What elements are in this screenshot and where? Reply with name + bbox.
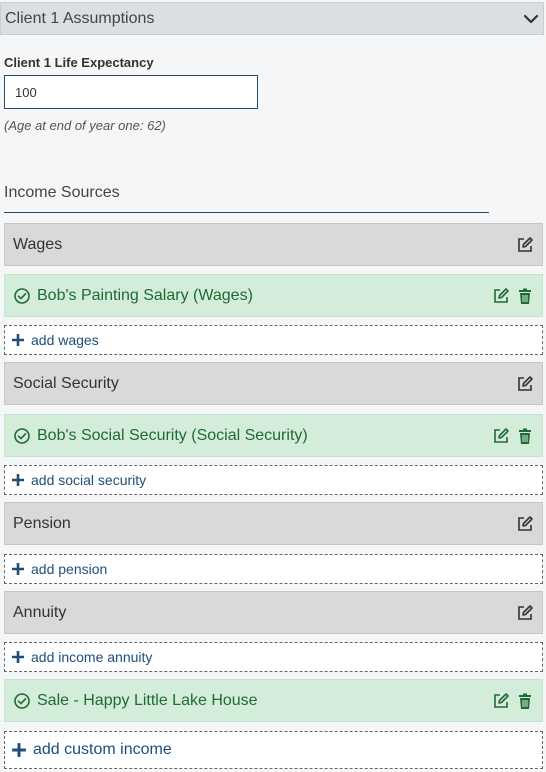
add-social-security-button[interactable]: add social security (4, 465, 543, 495)
edit-icon[interactable] (492, 287, 510, 305)
add-custom-income-button[interactable]: add custom income (4, 731, 543, 769)
add-income-annuity-label: add income annuity (31, 649, 153, 665)
plus-icon (12, 651, 24, 663)
category-social-security: Social Security (4, 362, 543, 405)
trash-icon[interactable] (516, 287, 534, 305)
income-item[interactable]: Bob's Social Security (Social Security) (4, 414, 543, 457)
category-label: Annuity (13, 603, 67, 621)
add-social-security-label: add social security (31, 472, 147, 488)
add-custom-income-label: add custom income (33, 741, 172, 758)
add-wages-label: add wages (31, 332, 99, 348)
category-annuity: Annuity (4, 591, 543, 634)
accordion-header[interactable]: Client 1 Assumptions (0, 2, 544, 35)
edit-icon[interactable] (492, 427, 510, 445)
income-item[interactable]: Sale - Happy Little Lake House (4, 679, 543, 722)
edit-icon[interactable] (516, 604, 534, 622)
edit-icon[interactable] (516, 515, 534, 533)
add-pension-button[interactable]: add pension (4, 554, 543, 584)
add-income-annuity-button[interactable]: add income annuity (4, 642, 543, 672)
edit-icon[interactable] (516, 236, 534, 254)
plus-icon (12, 563, 24, 575)
trash-icon[interactable] (516, 692, 534, 710)
income-item[interactable]: Bob's Painting Salary (Wages) (4, 274, 543, 317)
income-item-label: Sale - Happy Little Lake House (37, 691, 258, 709)
category-wages: Wages (4, 223, 543, 266)
section-divider (4, 212, 489, 213)
trash-icon[interactable] (516, 427, 534, 445)
category-label: Wages (13, 235, 63, 253)
income-item-label: Bob's Painting Salary (Wages) (37, 286, 253, 304)
category-label: Pension (13, 514, 71, 532)
age-hint: (Age at end of year one: 62) (4, 118, 166, 133)
chevron-down-icon[interactable] (523, 11, 539, 27)
edit-icon[interactable] (516, 375, 534, 393)
add-pension-label: add pension (31, 561, 108, 577)
category-label: Social Security (13, 374, 119, 392)
plus-icon (12, 474, 24, 486)
plus-icon (12, 743, 26, 757)
income-item-label: Bob's Social Security (Social Security) (37, 426, 308, 444)
income-sources-title: Income Sources (4, 184, 120, 201)
accordion-title: Client 1 Assumptions (5, 9, 155, 27)
add-wages-button[interactable]: add wages (4, 325, 543, 355)
edit-icon[interactable] (492, 692, 510, 710)
category-pension: Pension (4, 502, 543, 545)
life-expectancy-label: Client 1 Life Expectancy (4, 55, 154, 70)
check-circle-icon (14, 692, 30, 709)
life-expectancy-input[interactable] (4, 75, 258, 109)
check-circle-icon (14, 427, 30, 444)
check-circle-icon (14, 287, 30, 304)
plus-icon (12, 334, 24, 346)
